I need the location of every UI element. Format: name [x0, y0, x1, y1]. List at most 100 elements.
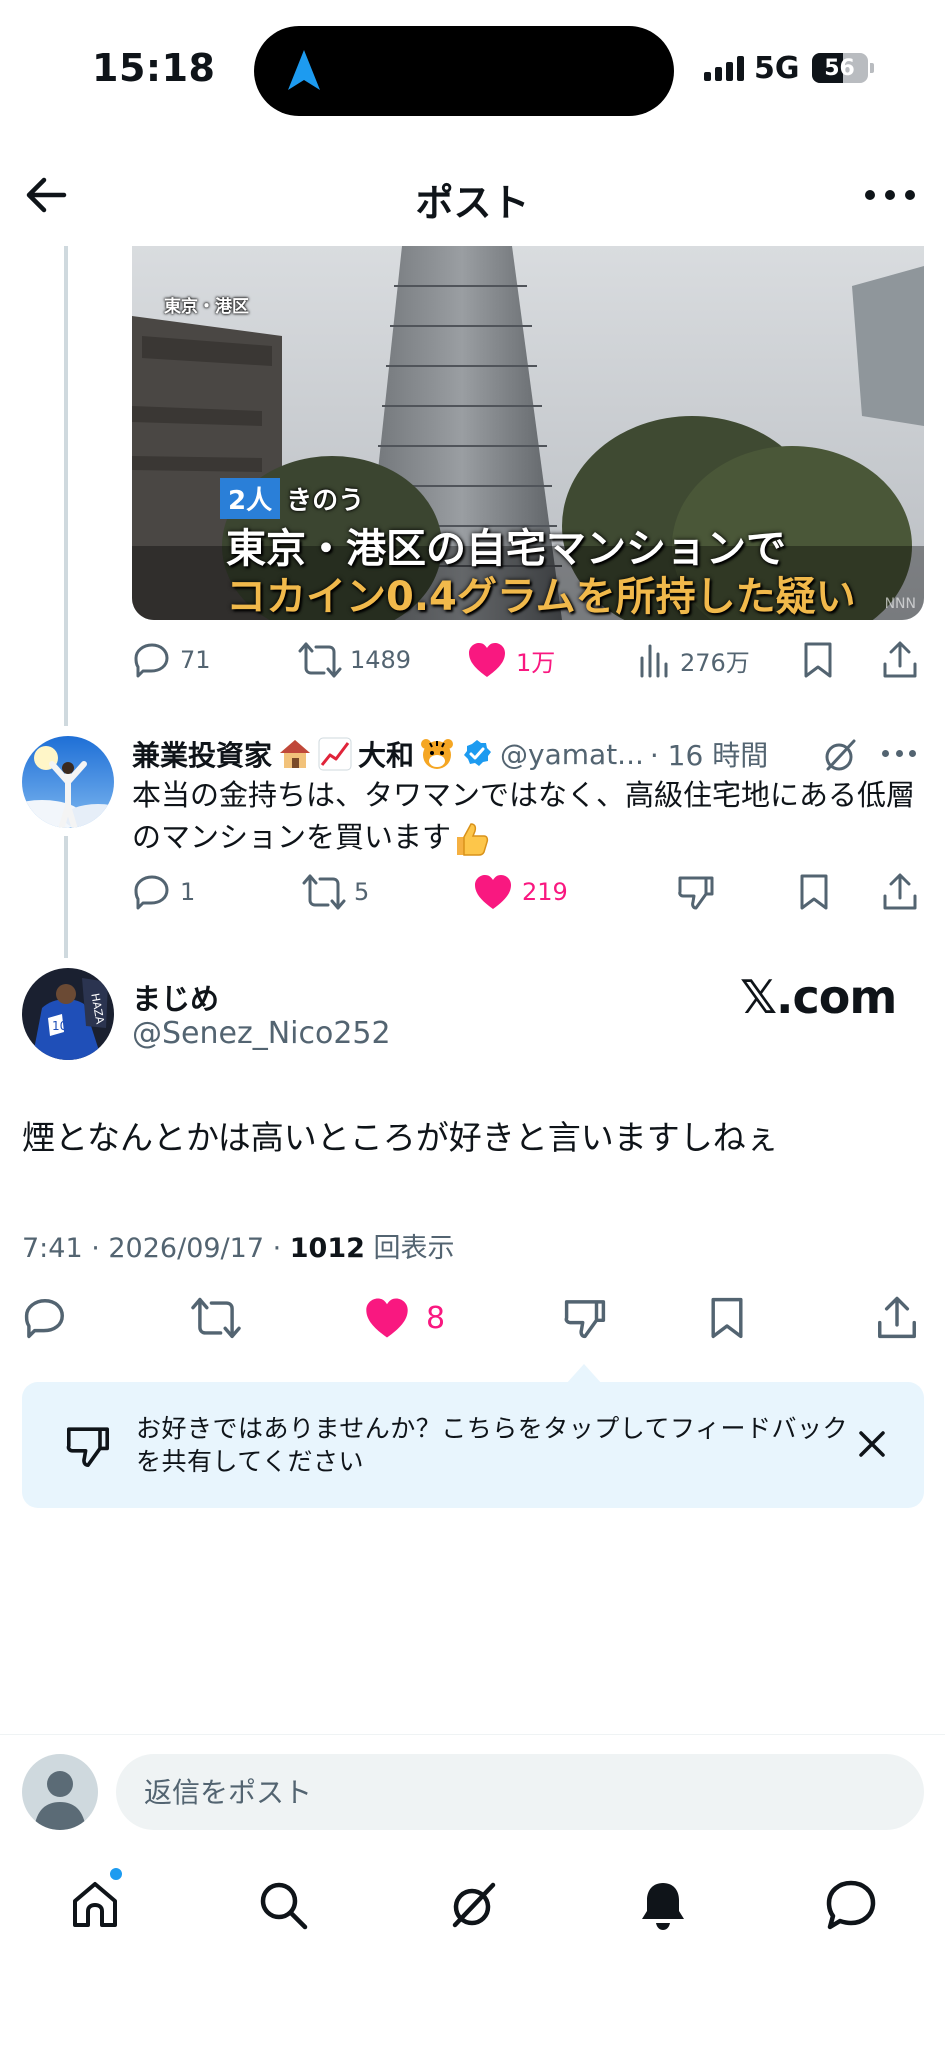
bottom-tab-bar: [0, 1866, 945, 1950]
status-bar: 15:18 5G 56: [0, 0, 945, 140]
share-icon: [883, 641, 917, 678]
repost-icon: [191, 1297, 241, 1339]
more-options-button[interactable]: [865, 180, 915, 210]
main-share-button[interactable]: [874, 1294, 920, 1342]
compose-divider: [0, 1734, 945, 1735]
reply-reply-button[interactable]: 1: [132, 868, 195, 916]
reply-author-name-part1[interactable]: 兼業投資家: [132, 734, 272, 774]
cellular-signal-icon: [704, 55, 744, 81]
tab-grok[interactable]: [438, 1870, 508, 1940]
reply-compose-input[interactable]: [116, 1754, 924, 1830]
parent-post-actions: 71 1489 1万 276万: [132, 636, 924, 684]
main-repost-button[interactable]: [190, 1294, 242, 1342]
main-author-handle[interactable]: @Senez_Nico252: [132, 1016, 391, 1051]
reply-repost-button[interactable]: 5: [302, 868, 369, 916]
notifications-icon: [642, 1883, 684, 1930]
main-reply-button[interactable]: [22, 1294, 68, 1342]
thumbs-down-icon: [64, 1422, 112, 1470]
reply-icon: [134, 875, 169, 910]
chart-increasing-emoji-icon: [318, 737, 352, 771]
view-count: 1012: [289, 1233, 365, 1264]
main-dislike-button[interactable]: [562, 1294, 608, 1342]
analytics-icon: [640, 644, 668, 678]
heart-filled-icon: [469, 643, 505, 677]
reply-icon: [24, 1299, 64, 1339]
reply-timestamp[interactable]: · 16 時間: [650, 734, 768, 774]
feedback-text: お好きではありませんか？こちらをタップしてフィードバックを共有してください: [136, 1414, 849, 1476]
main-author-avatar[interactable]: 10 HAZA: [22, 968, 114, 1060]
reply-button[interactable]: 71: [132, 636, 211, 684]
status-time: 15:18: [92, 46, 216, 90]
grok-icon: [452, 1882, 496, 1928]
reply-author-avatar[interactable]: [22, 736, 114, 828]
thumbs-down-icon: [564, 1300, 606, 1339]
home-icon: [73, 1882, 117, 1927]
heart-filled-icon: [366, 1298, 408, 1338]
dynamic-island: [254, 26, 674, 116]
main-like-button[interactable]: 8: [362, 1294, 445, 1342]
home-notification-dot: [108, 1866, 124, 1882]
reply-count: 71: [180, 646, 211, 674]
status-indicators: 5G 56: [704, 51, 874, 86]
post-meta: 7:41 · 2026/09/17 · 1012 回表示: [22, 1226, 455, 1265]
tiger-emoji-icon: [420, 737, 454, 771]
close-feedback-button[interactable]: [856, 1428, 888, 1460]
grok-icon: [825, 739, 856, 771]
main-author-name[interactable]: まじめ: [132, 976, 219, 1018]
tab-notifications[interactable]: [628, 1870, 698, 1940]
thread-connector: [64, 836, 68, 958]
post-media-image[interactable]: 東京・港区 2人 きのう 東京・港区の自宅マンションで コカイン0.4グラムを所…: [132, 246, 924, 620]
tab-home[interactable]: [60, 1866, 130, 1940]
tab-search[interactable]: [248, 1870, 318, 1940]
reply-more-button[interactable]: [882, 750, 916, 760]
repost-icon: [302, 874, 346, 910]
reply-like-count: 219: [522, 878, 568, 906]
reply-header: 兼業投資家 大和 @yamat... · 16 時間: [132, 732, 932, 776]
view-count: 276万: [680, 648, 750, 677]
media-location-label: 東京・港区: [164, 297, 249, 317]
bookmark-icon: [711, 1297, 743, 1339]
media-caption-line2: コカイン0.4グラムを所持した疑い: [226, 574, 856, 620]
reply-icon: [134, 643, 169, 678]
reply-actions: 1 5 219: [132, 868, 924, 916]
repost-count: 1489: [350, 646, 412, 674]
main-post-actions: 8: [22, 1294, 924, 1342]
main-bookmark-button[interactable]: [706, 1294, 748, 1342]
media-tag-badge: 2人: [220, 478, 281, 519]
reply-like-button[interactable]: 219: [472, 868, 568, 916]
reply-bookmark-button[interactable]: [796, 868, 832, 916]
tab-messages[interactable]: [816, 1870, 886, 1940]
reply-repost-count: 5: [354, 878, 370, 906]
svg-text:10: 10: [52, 1019, 67, 1033]
reply-author-name-part2[interactable]: 大和: [358, 734, 414, 774]
xcom-logo: 𝕏.com: [740, 970, 897, 1024]
like-button[interactable]: 1万: [466, 636, 555, 684]
share-button[interactable]: [880, 636, 920, 684]
thumbs-up-emoji-icon: [451, 819, 491, 859]
page-title: ポスト: [415, 181, 530, 225]
share-icon: [883, 873, 917, 910]
like-count: 1万: [516, 648, 556, 677]
nav-header: ポスト: [0, 150, 945, 240]
main-like-count: 8: [426, 1300, 446, 1336]
post-timestamp[interactable]: 7:41 · 2026/09/17 ·: [22, 1233, 290, 1264]
reply-author-handle[interactable]: @yamat...: [500, 738, 644, 771]
grok-explain-button[interactable]: [820, 736, 860, 776]
messages-icon: [826, 1880, 876, 1930]
views-button[interactable]: 276万: [636, 636, 750, 684]
main-post-text: 煙となんとかは高いところが好きと言いますしねぇ: [22, 1118, 779, 1157]
reply-share-button[interactable]: [880, 868, 920, 916]
navigation-arrow-icon: [284, 48, 324, 94]
thread-connector: [64, 246, 68, 726]
views-label: 回表示: [364, 1233, 455, 1264]
media-watermark: NNN: [884, 596, 916, 612]
bookmark-button[interactable]: [800, 636, 836, 684]
feedback-pointer: [566, 1364, 602, 1384]
reply-text: 本当の金持ちは、タワマンではなく、高級住宅地にある低層のマンションを買います: [132, 774, 922, 859]
reply-dislike-button[interactable]: [676, 868, 716, 916]
feedback-callout[interactable]: お好きではありませんか？こちらをタップしてフィードバックを共有してください: [22, 1382, 924, 1508]
thumbs-down-icon: [678, 876, 714, 910]
reply-text-body: 本当の金持ちは、タワマンではなく、高級住宅地にある低層のマンションを買います: [132, 778, 916, 854]
current-user-avatar[interactable]: [22, 1754, 98, 1830]
repost-button[interactable]: 1489: [298, 636, 411, 684]
